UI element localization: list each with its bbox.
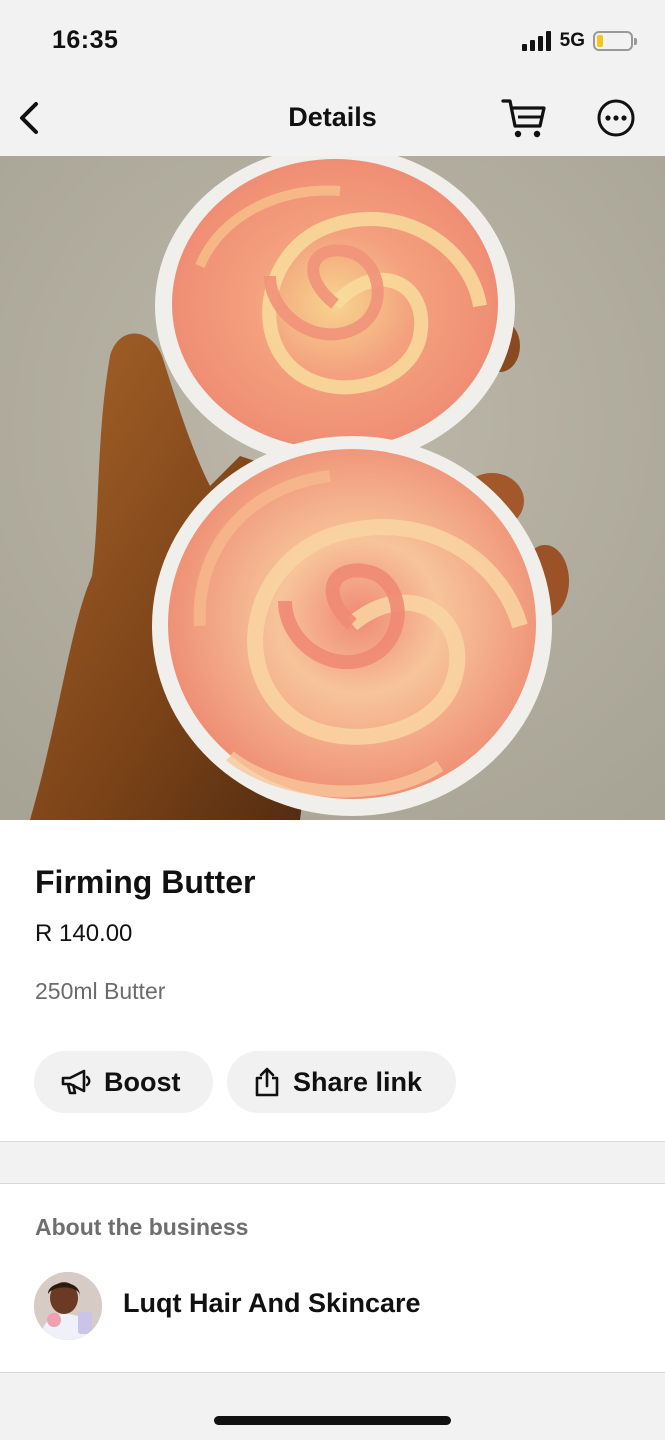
network-type: 5G bbox=[559, 30, 585, 51]
page-title: Details bbox=[288, 102, 377, 132]
megaphone-icon bbox=[61, 1069, 91, 1095]
about-heading: About the business bbox=[35, 1214, 249, 1240]
product-price: R 140.00 bbox=[35, 920, 133, 947]
share-link-button[interactable]: Share link bbox=[227, 1051, 456, 1113]
more-icon[interactable] bbox=[594, 96, 638, 140]
product-info-section: Firming Butter R 140.00 250ml Butter Boo… bbox=[0, 820, 665, 1142]
boost-button[interactable]: Boost bbox=[34, 1051, 213, 1113]
product-name: Firming Butter bbox=[35, 864, 256, 900]
signal-icon bbox=[521, 31, 551, 51]
product-image[interactable] bbox=[0, 156, 665, 820]
about-business-section: About the business Luqt Hair And Skincar… bbox=[0, 1183, 665, 1373]
business-avatar[interactable] bbox=[34, 1272, 102, 1340]
status-indicators: 5G bbox=[521, 30, 637, 52]
status-time: 16:35 bbox=[52, 26, 119, 54]
battery-icon bbox=[593, 31, 637, 51]
navigation-bar: Details bbox=[0, 84, 665, 156]
product-description: 250ml Butter bbox=[35, 978, 166, 1004]
share-icon bbox=[255, 1067, 279, 1097]
business-name[interactable]: Luqt Hair And Skincare bbox=[123, 1288, 421, 1319]
share-link-label: Share link bbox=[293, 1066, 423, 1097]
boost-label: Boost bbox=[104, 1066, 181, 1097]
home-indicator[interactable] bbox=[214, 1416, 451, 1425]
status-bar: 16:35 5G bbox=[0, 0, 665, 84]
cart-icon[interactable] bbox=[500, 96, 548, 140]
